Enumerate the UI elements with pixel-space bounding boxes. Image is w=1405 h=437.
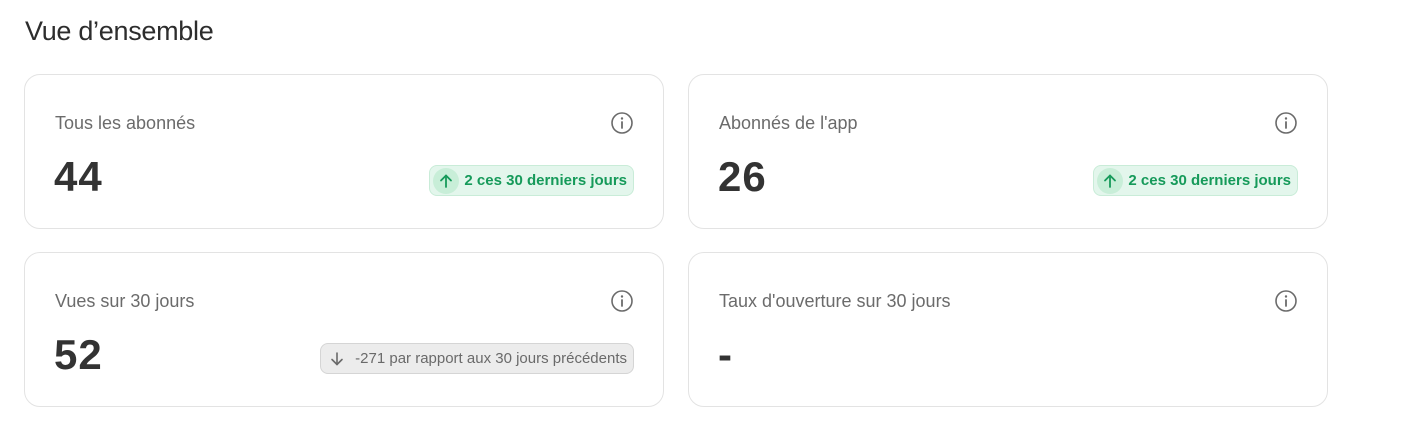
trend-badge: -271 par rapport aux 30 jours précédents	[320, 343, 634, 374]
metric-card-label: Tous les abonnés	[55, 113, 196, 133]
trend-text: -271 par rapport aux 30 jours précédents	[355, 350, 627, 367]
metric-card-app-subscribers: Abonnés de l'app 26 2 ces 30 derniers jo…	[688, 74, 1328, 229]
metric-value: 52	[54, 331, 103, 378]
trend-text: 2 ces 30 derniers jours	[1128, 172, 1291, 189]
trend-badge: 2 ces 30 derniers jours	[1093, 165, 1298, 196]
metric-value: 44	[54, 153, 103, 200]
metric-card-label: Taux d'ouverture sur 30 jours	[719, 291, 951, 311]
info-circle-icon[interactable]	[610, 111, 634, 135]
metric-value: 26	[718, 153, 767, 200]
arrow-up-icon	[1097, 167, 1124, 194]
page-title: Vue d’ensemble	[25, 16, 214, 46]
overview-page: Vue d’ensemble Tous les abonnés 44 2 ces…	[0, 0, 1405, 437]
metric-card-open-rate-30-days: Taux d'ouverture sur 30 jours -	[688, 252, 1328, 407]
info-circle-icon[interactable]	[1274, 289, 1298, 313]
trend-text: 2 ces 30 derniers jours	[464, 172, 627, 189]
trend-badge: 2 ces 30 derniers jours	[429, 165, 634, 196]
metric-card-all-subscribers: Tous les abonnés 44 2 ces 30 derniers jo…	[24, 74, 664, 229]
arrow-down-icon	[327, 346, 347, 372]
metric-value: -	[718, 331, 733, 378]
info-circle-icon[interactable]	[1274, 111, 1298, 135]
arrow-up-icon	[433, 167, 460, 194]
metric-card-views-30-days: Vues sur 30 jours 52 -271 par rapport au…	[24, 252, 664, 407]
metric-card-label: Abonnés de l'app	[719, 113, 858, 133]
info-circle-icon[interactable]	[610, 289, 634, 313]
metric-card-label: Vues sur 30 jours	[55, 291, 195, 311]
